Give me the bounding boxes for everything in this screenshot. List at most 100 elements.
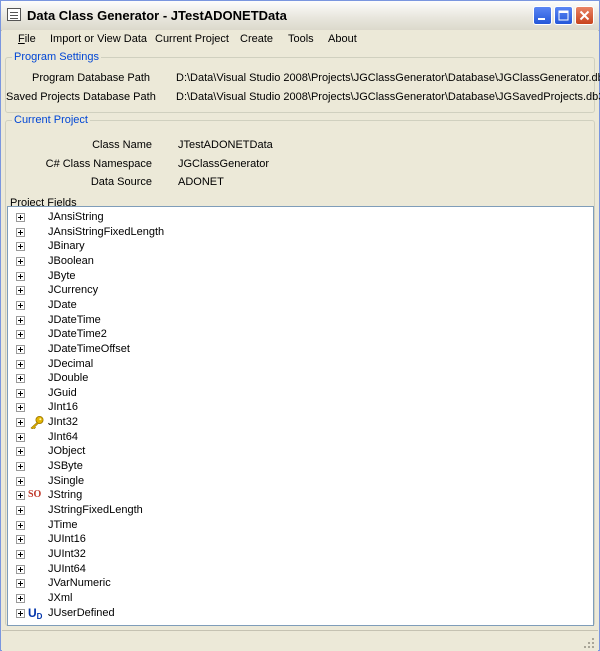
- tree-item-label: JUInt16: [48, 533, 86, 546]
- tree-item[interactable]: JDecimal: [8, 357, 593, 371]
- tree-item[interactable]: JSByte: [8, 459, 593, 473]
- window-title: Data Class Generator - JTestADONETData: [27, 8, 287, 23]
- close-icon: [579, 10, 590, 21]
- expand-plus-icon[interactable]: [16, 549, 25, 559]
- menu-import-or-view-data[interactable]: Import or View Data: [50, 33, 147, 45]
- minimize-icon: [538, 18, 545, 20]
- expand-plus-icon[interactable]: [16, 388, 25, 398]
- expand-plus-icon[interactable]: [16, 300, 25, 310]
- menu-tools[interactable]: Tools: [288, 33, 314, 45]
- expand-plus-icon[interactable]: [16, 418, 25, 428]
- expand-plus-icon[interactable]: [16, 227, 25, 237]
- title-bar[interactable]: Data Class Generator - JTestADONETData: [1, 1, 599, 31]
- so-icon: SO: [28, 489, 42, 501]
- tree-item-label: JStringFixedLength: [48, 504, 143, 516]
- tree-item-label: JAnsiStringFixedLength: [48, 225, 165, 238]
- tree-item[interactable]: JXml: [8, 591, 593, 605]
- menu-create[interactable]: Create: [240, 33, 273, 45]
- tree-item[interactable]: SO JString: [8, 488, 593, 502]
- menu-file[interactable]: File: [18, 33, 36, 45]
- expand-plus-icon[interactable]: [16, 330, 25, 340]
- tree-item[interactable]: JUInt16: [8, 532, 593, 546]
- expand-plus-icon[interactable]: [16, 256, 25, 266]
- data-source-label: Data Source: [90, 176, 152, 188]
- class-name-label: Class Name: [92, 139, 152, 151]
- expand-plus-icon[interactable]: [16, 608, 25, 618]
- expand-plus-icon[interactable]: [16, 213, 25, 222]
- current-project-legend: Current Project: [12, 114, 90, 126]
- tree-item[interactable]: JBoolean: [8, 254, 593, 268]
- tree-item-label: JBinary: [48, 240, 85, 253]
- tree-item[interactable]: JDateTime2: [8, 327, 593, 341]
- app-icon[interactable]: [7, 8, 21, 21]
- saved-db-label: Saved Projects Database Path: [6, 91, 156, 103]
- program-db-value: D:\Data\Visual Studio 2008\Projects\JGCl…: [176, 72, 600, 84]
- expand-plus-icon[interactable]: [16, 344, 25, 354]
- expand-plus-icon[interactable]: [16, 491, 25, 501]
- program-db-label: Program Database Path: [31, 72, 150, 84]
- tree-item[interactable]: JDouble: [8, 371, 593, 385]
- tree-item[interactable]: JInt16: [8, 400, 593, 414]
- expand-plus-icon[interactable]: [16, 535, 25, 545]
- expand-plus-icon[interactable]: [16, 593, 25, 603]
- tree-item-label: JSByte: [48, 460, 83, 473]
- tree-item[interactable]: JGuid: [8, 386, 593, 400]
- close-button[interactable]: [575, 6, 594, 25]
- data-source-value: ADONET: [178, 176, 224, 188]
- tree-item-label: JGuid: [48, 386, 77, 399]
- expand-plus-icon[interactable]: [16, 286, 25, 296]
- tree-item[interactable]: JInt64: [8, 430, 593, 444]
- tree-item-label: JUInt64: [48, 562, 86, 575]
- tree-item[interactable]: JInt32: [8, 415, 593, 430]
- tree-item[interactable]: JByte: [8, 269, 593, 283]
- expand-plus-icon[interactable]: [16, 315, 25, 325]
- tree-item[interactable]: JSingle: [8, 474, 593, 488]
- tree-item[interactable]: JDate: [8, 298, 593, 312]
- tree-item[interactable]: JDateTimeOffset: [8, 342, 593, 356]
- tree-item[interactable]: UD JUserDefined: [8, 606, 593, 621]
- menu-about[interactable]: About: [328, 33, 357, 45]
- key-icon: [28, 415, 46, 430]
- resize-grip-icon[interactable]: [584, 638, 594, 648]
- menu-bar: File Import or View Data Current Project…: [2, 30, 598, 49]
- expand-plus-icon[interactable]: [16, 520, 25, 530]
- expand-plus-icon[interactable]: [16, 271, 25, 281]
- tree-item[interactable]: JAnsiStringFixedLength: [8, 225, 593, 239]
- tree-item-label: JUInt32: [48, 547, 86, 560]
- expand-plus-icon[interactable]: [16, 564, 25, 574]
- tree-item[interactable]: JDateTime: [8, 313, 593, 327]
- tree-item-label: JBoolean: [48, 254, 94, 267]
- expand-plus-icon[interactable]: [16, 447, 25, 457]
- tree-item-label: JAnsiString: [48, 211, 104, 223]
- menu-file-rest: ile: [24, 33, 36, 45]
- expand-plus-icon[interactable]: [16, 432, 25, 442]
- expand-plus-icon[interactable]: [16, 242, 25, 252]
- expand-plus-icon[interactable]: [16, 476, 25, 486]
- minimize-button[interactable]: [533, 6, 552, 25]
- expand-plus-icon[interactable]: [16, 403, 25, 413]
- tree-item[interactable]: JUInt64: [8, 562, 593, 576]
- maximize-button[interactable]: [554, 6, 573, 25]
- tree-item-label: JCurrency: [48, 284, 99, 297]
- tree-item-label: JString: [48, 489, 83, 502]
- menu-current-project[interactable]: Current Project: [155, 33, 229, 45]
- tree-item[interactable]: JObject: [8, 444, 593, 458]
- tree-item-label: JByte: [48, 269, 76, 282]
- expand-plus-icon[interactable]: [16, 462, 25, 472]
- tree-item[interactable]: JBinary: [8, 239, 593, 253]
- expand-plus-icon[interactable]: [16, 506, 25, 515]
- tree-item[interactable]: JStringFixedLength: [8, 503, 593, 517]
- status-bar: [2, 630, 598, 651]
- tree-item[interactable]: JCurrency: [8, 283, 593, 297]
- expand-plus-icon[interactable]: [16, 359, 25, 369]
- expand-plus-icon[interactable]: [16, 579, 25, 589]
- maximize-icon: [558, 10, 569, 21]
- tree-item[interactable]: JAnsiString: [8, 210, 593, 224]
- tree-item[interactable]: JUInt32: [8, 547, 593, 561]
- tree-item[interactable]: JTime: [8, 518, 593, 532]
- expand-plus-icon[interactable]: [16, 374, 25, 384]
- tree-item[interactable]: JVarNumeric: [8, 576, 593, 590]
- program-settings-legend: Program Settings: [12, 51, 101, 63]
- tree-item-label: JXml: [48, 591, 73, 604]
- project-fields-tree[interactable]: JAnsiString JAnsiStringFixedLength JBinary…: [7, 206, 594, 626]
